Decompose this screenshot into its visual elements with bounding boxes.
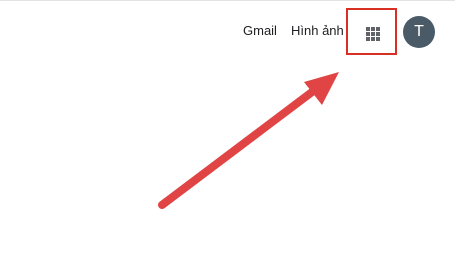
highlight-box	[346, 8, 397, 55]
gmail-link[interactable]: Gmail	[243, 22, 277, 40]
images-link[interactable]: Hình ảnh	[291, 22, 344, 40]
account-avatar[interactable]: T	[403, 16, 435, 48]
